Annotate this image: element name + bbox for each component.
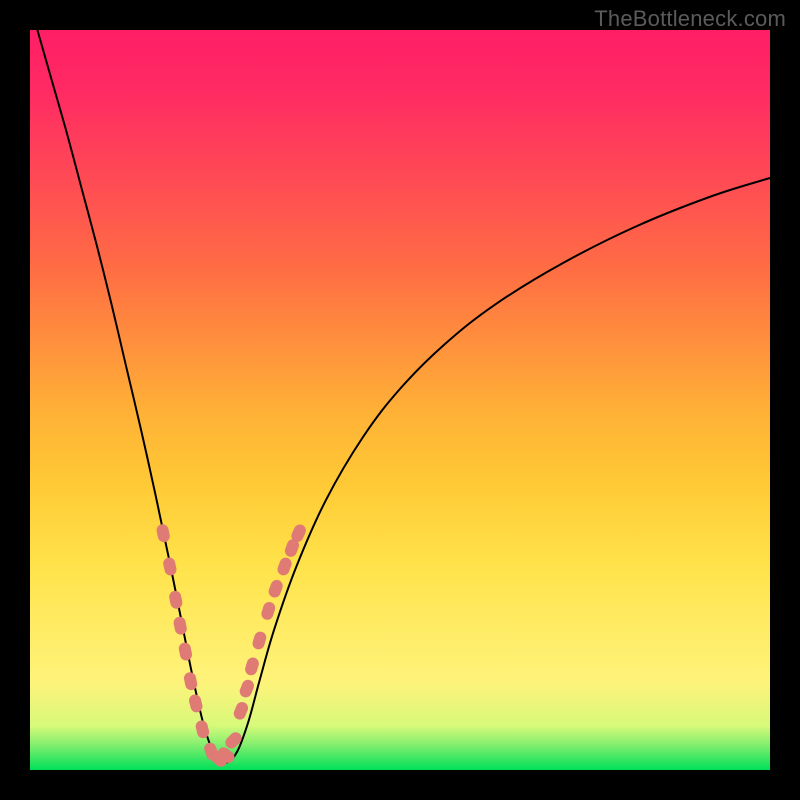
marker <box>162 556 177 576</box>
markers-group <box>155 523 307 770</box>
marker <box>238 678 256 699</box>
marker <box>178 642 193 662</box>
marker <box>244 656 261 677</box>
plot-area <box>30 30 770 770</box>
frame: TheBottleneck.com <box>0 0 800 800</box>
marker <box>232 700 250 721</box>
watermark-text: TheBottleneck.com <box>594 6 786 32</box>
marker <box>223 730 244 751</box>
marker <box>173 616 188 636</box>
chart-overlay <box>30 30 770 770</box>
marker <box>251 630 268 651</box>
marker <box>155 523 170 543</box>
marker <box>260 601 277 622</box>
marker <box>188 693 204 713</box>
marker <box>168 590 183 610</box>
bottleneck-curve <box>37 30 770 763</box>
marker <box>267 578 284 599</box>
marker <box>276 556 293 577</box>
